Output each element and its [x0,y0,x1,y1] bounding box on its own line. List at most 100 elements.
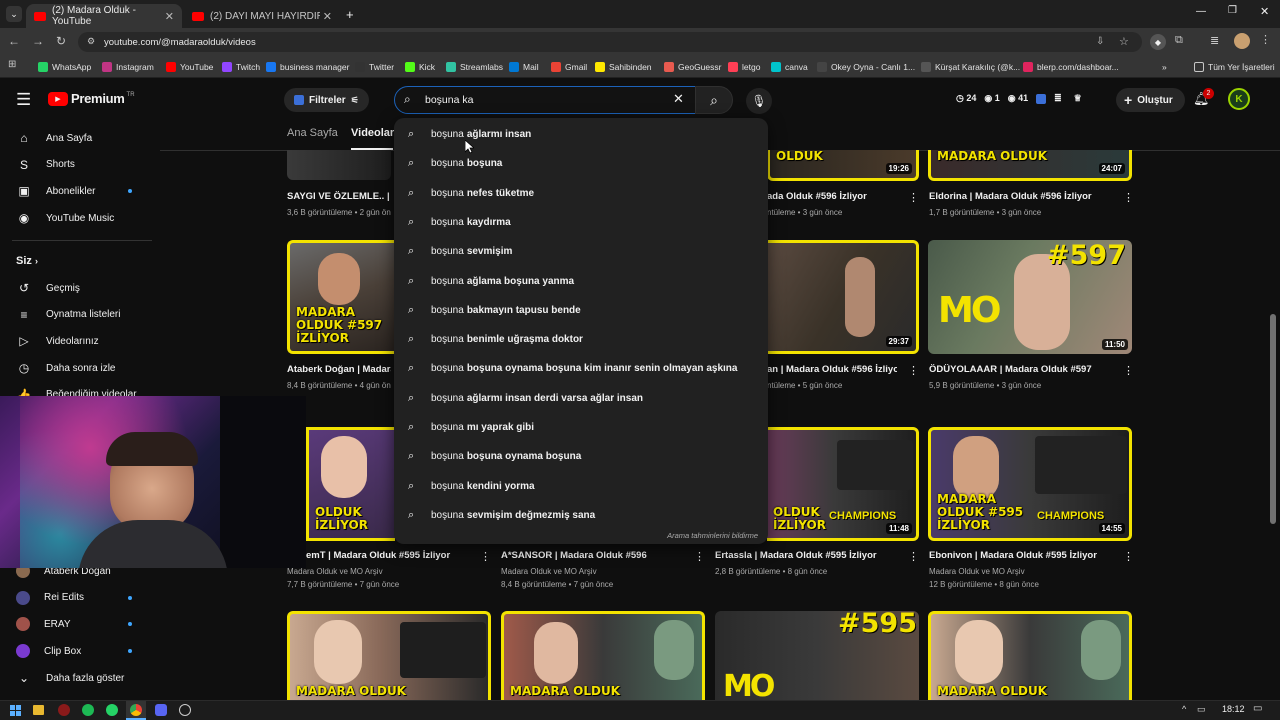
restore-icon[interactable]: ❐ [1228,5,1237,16]
search-suggestion[interactable]: ⌕ boşuna ağlarmı insan derdi varsa ağlar i… [394,384,768,413]
close-tab-icon[interactable]: ✕ [165,10,174,23]
page-scrollbar[interactable] [1270,314,1276,524]
bookmark-item[interactable]: GeoGuessr [664,59,721,75]
forward-icon[interactable]: → [32,34,44,48]
bookmark-item[interactable]: WhatsApp [38,59,91,75]
bookmark-item[interactable]: Sahibinden [595,59,652,75]
ext-icon[interactable] [1036,93,1047,104]
video-title[interactable]: emT | Madara Olduk #595 İzliyor [306,550,476,561]
search-suggestion[interactable]: ⌕ boşuna boşuna oynama boşuna kim inanır s… [394,354,768,383]
obs-icon[interactable] [179,704,191,716]
window-close-icon[interactable]: ✕ [1260,5,1269,18]
bookmark-item[interactable]: Okey Oyna - Canlı 1... [817,59,915,75]
search-suggestion[interactable]: ⌕ boşuna sevmişim [394,237,768,266]
video-title[interactable]: Eldorina | Madara Olduk #596 İzliyor [929,191,1119,202]
video-channel[interactable]: Madara Olduk ve MO Arşiv [287,567,383,576]
extensions-icon[interactable]: ⧉ [1175,34,1183,47]
search-suggestion[interactable]: ⌕ boşuna kaydırma [394,208,768,237]
apps-grid-icon[interactable]: ⊞ [8,59,16,70]
bookmark-item[interactable]: YouTube [166,59,213,75]
clear-search-icon[interactable]: ✕ [673,91,684,107]
new-tab-icon[interactable]: + [346,7,354,22]
bookmark-item[interactable]: Gmail [551,59,587,75]
video-thumbnail[interactable]: MADARA OLDUK [501,611,705,700]
spotify-icon[interactable] [82,704,94,716]
voice-search-icon[interactable]: 🎙 [746,88,772,114]
search-suggestion[interactable]: ⌕ boşuna nefes tüketme [394,179,768,208]
bookmark-item[interactable]: Mail [509,59,539,75]
video-title[interactable]: an | Madara Olduk #596 İzliyor [767,364,897,375]
video-title[interactable]: A*SANSOR | Madara Olduk #596 [501,550,687,561]
tray-arrow-icon[interactable]: ^ [1182,704,1186,714]
tab-dayi-mayi[interactable]: (2) DAYI MAYI HAYIRDIR! Türkiy ✕ [184,4,340,28]
search-suggestion[interactable]: ⌕ boşuna boşuna oynama boşuna [394,442,768,471]
whatsapp-icon[interactable] [106,704,118,716]
more-actions-icon[interactable]: ⋮ [480,550,491,563]
more-actions-icon[interactable]: ⋮ [1123,364,1134,377]
video-thumbnail[interactable]: MADARA OLDUK [287,611,491,700]
search-suggestion[interactable]: ⌕ boşuna bakmayın tapusu bende [394,296,768,325]
video-channel[interactable]: Madara Olduk ve MO Arşiv [929,567,1025,576]
install-app-icon[interactable]: ⇩ [1096,36,1104,47]
windows-start-icon[interactable] [10,705,21,716]
bookmark-item[interactable]: blerp.com/dashboar... [1023,59,1119,75]
sidebar-item[interactable]: ↺ Geçmiş [0,275,160,301]
video-channel[interactable]: Madara Olduk ve MO Arşiv [501,567,597,576]
tab-home[interactable]: Ana Sayfa [287,127,338,139]
list-ext-icon[interactable]: ≣ [1054,93,1062,104]
file-explorer-icon[interactable] [33,705,44,715]
trophy-icon[interactable]: ♕ [1074,93,1082,104]
youtube-premium-logo[interactable]: ▶ Premium TR [48,91,135,106]
all-bookmarks[interactable]: Tüm Yer İşaretleri [1194,59,1275,75]
browser-menu-icon[interactable]: ⋮ [1260,33,1271,46]
video-thumbnail[interactable]: MADARA OLDUK 24:07 [928,150,1132,181]
sidebar-item[interactable]: ◉ YouTube Music [0,205,160,231]
more-actions-icon[interactable]: ⋮ [908,191,919,204]
search-suggestion[interactable]: ⌕ boşuna kendini yorma [394,472,768,501]
tab-list-icon[interactable]: ⌄ [6,6,22,22]
url-bar[interactable]: ⚙ youtube.com/@madaraolduk/videos ⇩ ☆ [78,32,1142,52]
extension-shield-icon[interactable]: ◆ [1150,34,1166,50]
site-info-icon[interactable]: ⚙ [87,36,95,47]
video-title[interactable]: ada Olduk #596 İzliyor [767,191,897,202]
video-title[interactable]: Ertassla | Madara Olduk #595 İzliyor [715,550,901,561]
notification-center-icon[interactable]: ▭ [1253,703,1262,714]
tray-app-icon[interactable]: ▭ [1197,704,1206,715]
bookmark-star-icon[interactable]: ☆ [1119,35,1129,48]
bookmark-item[interactable]: Instagram [102,59,154,75]
video-thumbnail[interactable]: MO #595 [715,611,919,700]
sidebar-item[interactable]: ◷ Daha sonra izle [0,355,160,381]
video-thumbnail[interactable]: 29:37 [767,240,919,354]
video-thumbnail[interactable]: MO #597 11:50 [928,240,1132,354]
bookmark-item[interactable]: canva [771,59,808,75]
video-thumbnail[interactable]: OLDUK İZLİYOR [306,427,395,541]
minimize-icon[interactable]: — [1196,6,1206,17]
bookmark-item[interactable]: Twitter [355,59,394,75]
search-button[interactable]: ⌕ [695,86,733,114]
video-thumbnail[interactable]: MADARA OLDUK #597 İZLİYOR [287,240,395,354]
bookmark-item[interactable]: Kick [405,59,435,75]
video-title[interactable]: ÖDÜYOLAAAR | Madara Olduk #597 [929,364,1119,375]
video-thumbnail[interactable]: CHAMPIONS OLDUK İZLİYOR 11:48 [767,427,919,541]
back-icon[interactable]: ← [8,34,20,48]
more-actions-icon[interactable]: ⋮ [1123,550,1134,563]
more-actions-icon[interactable]: ⋮ [908,550,919,563]
sidebar-item[interactable]: Rei Edits [0,585,160,611]
more-bookmarks-icon[interactable]: » [1162,59,1167,75]
bookmark-item[interactable]: Twitch [222,59,260,75]
more-actions-icon[interactable]: ⋮ [908,364,919,377]
report-predictions-link[interactable]: Arama tahminlerini bildirme [667,531,758,540]
bookmark-item[interactable]: Kürşat Karakılıç (@k... [921,59,1020,75]
tab-videos[interactable]: Videolar [351,127,394,139]
search-suggestion[interactable]: ⌕ boşuna benimle uğraşma doktor [394,325,768,354]
bookmark-item[interactable]: business manager [266,59,349,75]
search-suggestion[interactable]: ⌕ boşuna sevmişim değmezmiş sana [394,501,768,530]
search-suggestion[interactable]: ⌕ boşuna boşuna [394,149,768,178]
profile-avatar[interactable] [1234,33,1250,49]
filters-button[interactable]: Filtreler ⚟ [284,88,369,112]
discord-icon[interactable] [155,704,167,716]
video-title[interactable]: SAYGI VE ÖZLEMLE.. | Ma [287,191,391,202]
video-title[interactable]: Ataberk Doğan | Madara O [287,364,391,375]
reading-list-icon[interactable]: ≣ [1210,34,1219,47]
show-more-button[interactable]: ⌄ Daha fazla göster [0,665,160,691]
